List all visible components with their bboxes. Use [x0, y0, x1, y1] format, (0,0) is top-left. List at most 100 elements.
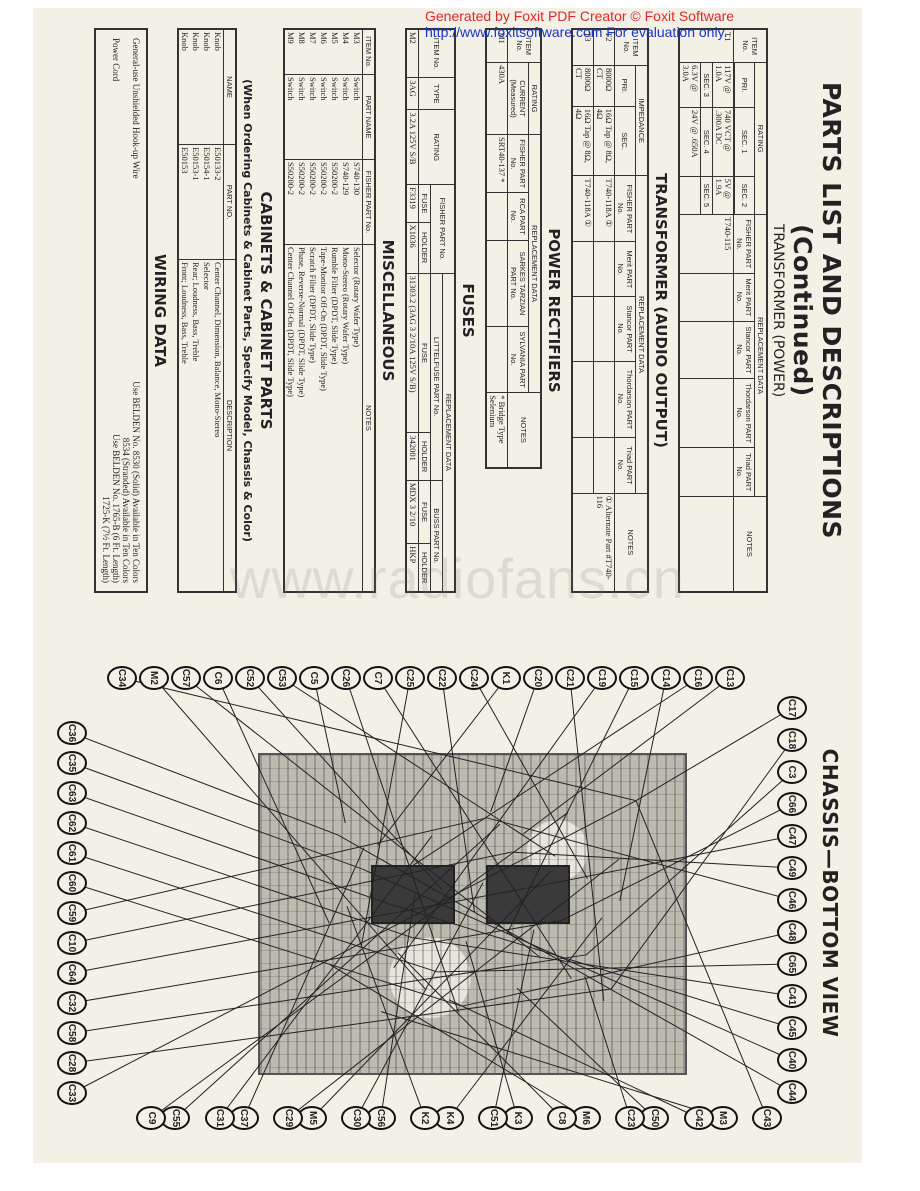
fuses-table: ITEM No. TYPE RATING FISHER PART No. REP… [405, 28, 456, 593]
callout-c65: C65 [777, 952, 807, 976]
callout-c16: C16 [683, 666, 713, 690]
callout-c47: C47 [777, 824, 807, 848]
wiring-data-box: General-use Unshielded Hook-up Wire Use … [94, 28, 148, 593]
callout-c61: C61 [57, 841, 87, 865]
miscellaneous-title: MISCELLANEOUS [379, 239, 397, 382]
col-sec2: SEC. 2 [734, 176, 755, 215]
cabinets-note: (When Ordering Cabinets & Cabinet Parts,… [241, 79, 254, 542]
col-thordarson: Thordarson PART No. [733, 378, 755, 448]
col-fisher: FISHER PART No. [733, 214, 755, 274]
col-sec1: SEC. 1 [734, 107, 755, 177]
table-row: T1 117V @ 1.0A 740 VCT @ .300A DC 5V @ 1… [679, 29, 734, 592]
col-triad: Triad PART No. [733, 447, 755, 497]
callout-c58: C58 [57, 1021, 87, 1045]
table-row: Knob E50153 Front; Loudness, Bass, Treble [178, 29, 190, 592]
table-row: M1 430A SRT40-137 * * Bridge Type Seleni… [486, 29, 508, 468]
banner-line-2[interactable]: http://www.foxitsoftware.com For evaluat… [425, 24, 795, 40]
callout-c7: C7 [363, 666, 393, 690]
callout-c17: C17 [777, 696, 807, 720]
callout-c44: C44 [777, 1080, 807, 1104]
callout-c40: C40 [777, 1048, 807, 1072]
wiring-title: WIRING DATA [151, 254, 169, 367]
callout-c46: C46 [777, 888, 807, 912]
callout-c10: C10 [57, 931, 87, 955]
parts-list-column: PARTS LIST AND DESCRIPTIONS (Continued) … [94, 28, 848, 593]
callout-c64: C64 [57, 961, 87, 985]
callout-c35: C35 [57, 751, 87, 775]
callout-c18: C18 [777, 728, 807, 752]
foxit-evaluation-banner: Generated by Foxit PDF Creator © Foxit S… [425, 8, 795, 40]
chassis-bottom-view-title: CHASSIS—BOTTOM VIEW [818, 748, 842, 1038]
callout-c52: C52 [235, 666, 265, 690]
callout-c26: C26 [331, 666, 361, 690]
callout-c22: C22 [427, 666, 457, 690]
callout-c6: C6 [203, 666, 233, 690]
callout-c57: C57 [171, 666, 201, 690]
callout-c23: C23 [615, 1106, 646, 1130]
col-stancor: Stancor PART No. [733, 321, 755, 379]
col-merit: Merit PART No. [733, 273, 755, 322]
page-title: PARTS LIST AND DESCRIPTIONS (Continued) [788, 81, 846, 540]
table-row: M5 Switch S50200-2 Rumble Filter (DPDT, Sli… [329, 29, 340, 592]
callout-c45: C45 [777, 1016, 807, 1040]
callout-c28: C28 [57, 1051, 87, 1075]
power-rectifiers-table: ITEM No. RATING REPLACEMENT DATA NOTES C… [485, 28, 542, 469]
col-rating: RATING [754, 62, 767, 215]
power-transformer-table: ITEM No. RATING REPLACEMENT DATA NOTES P… [678, 28, 768, 593]
callout-c48: C48 [777, 920, 807, 944]
audio-transformer-table: ITEM No. IMPEDANCE REPLACEMENT DATA NOTE… [571, 28, 649, 593]
table-row: M2 3AG 3.2A 125V S/B F3319 X1036 31303.2… [406, 29, 419, 592]
table-row: M4 Switch S740-129 Mono-Stereo (Rotary Wafe… [340, 29, 351, 592]
audio-transformer-title: TRANSFORMER (AUDIO OUTPUT) [652, 173, 670, 448]
callout-c41: C41 [777, 984, 807, 1008]
col-notes: NOTES [733, 496, 767, 592]
callout-c66: C66 [777, 792, 807, 816]
table-row: M8 Switch S50200-2 Phase, Reverse-Normal (D… [296, 29, 307, 592]
callout-c53: C53 [267, 666, 297, 690]
callout-c3: C3 [777, 760, 807, 784]
cabinets-table: NAME PART NO. DESCRIPTION Knob E50133-2 Ce… [177, 28, 237, 593]
power-transformer-title: TRANSFORMER (POWER) [770, 223, 786, 398]
callout-c9: C9 [136, 1106, 167, 1130]
wiring-row: General-use Unshielded Hook-up Wire Use … [131, 38, 141, 583]
miscellaneous-table: ITEM No. PART NAME FISHER PART No. NOTES… [283, 28, 376, 593]
chassis-photo [258, 753, 687, 1075]
callout-c33: C33 [57, 1081, 87, 1105]
table-row: Knob E50153-1 Rear; Loudness, Bass, Treble [190, 29, 201, 592]
cabinets-title: CABINETS & CABINET PARTS [257, 191, 275, 430]
callout-c8: C8 [546, 1106, 577, 1130]
radiofans-watermark: www.radiofans.cn [230, 547, 685, 610]
callout-k1: K1 [491, 666, 521, 690]
callout-c43: C43 [752, 1106, 782, 1130]
callout-c59: C59 [57, 901, 87, 925]
power-rectifiers-title: POWER RECTIFIERS [545, 228, 563, 393]
callout-c36: C36 [57, 721, 87, 745]
callout-c14: C14 [651, 666, 681, 690]
callout-c25: C25 [395, 666, 425, 690]
table-row: T2 8000Ω CT 16Ω Tap @ 8Ω, 4Ω T740-118A ①… [572, 29, 615, 592]
callout-c60: C60 [57, 871, 87, 895]
callout-c21: C21 [555, 666, 585, 690]
callout-c34: C34 [107, 666, 137, 690]
table-row: M6 Switch S50200-2 Tape-Monitor Off-On (DPD… [318, 29, 329, 592]
callout-c29: C29 [273, 1106, 304, 1130]
table-row: M3 Switch S740-130 Selector (Rotary Wafer T… [351, 29, 363, 592]
callout-c63: C63 [57, 781, 87, 805]
callout-c62: C62 [57, 811, 87, 835]
callout-k2: K2 [409, 1106, 440, 1130]
callout-c15: C15 [619, 666, 649, 690]
callout-c42: C42 [683, 1106, 714, 1130]
callout-c13: C13 [715, 666, 745, 690]
table-row: Knob E50154-1 Selector [201, 29, 212, 592]
fuses-title: FUSES [459, 283, 477, 338]
output-transformer-left [486, 865, 570, 924]
table-row: M9 Switch S50200-2 Center Channel Off-On (D… [284, 29, 296, 592]
callout-c19: C19 [587, 666, 617, 690]
table-row: M7 Switch S50200-2 Scratch Filter (DPDT, Sl… [307, 29, 318, 592]
col-replacement: REPLACEMENT DATA [754, 214, 767, 497]
callout-c24: C24 [459, 666, 489, 690]
callout-c49: C49 [777, 856, 807, 880]
banner-line-1: Generated by Foxit PDF Creator © Foxit S… [425, 8, 735, 24]
wiring-row: Power Cord Use BELDEN No. 1765-B (6 Ft. … [111, 38, 121, 583]
callout-c20: C20 [523, 666, 553, 690]
